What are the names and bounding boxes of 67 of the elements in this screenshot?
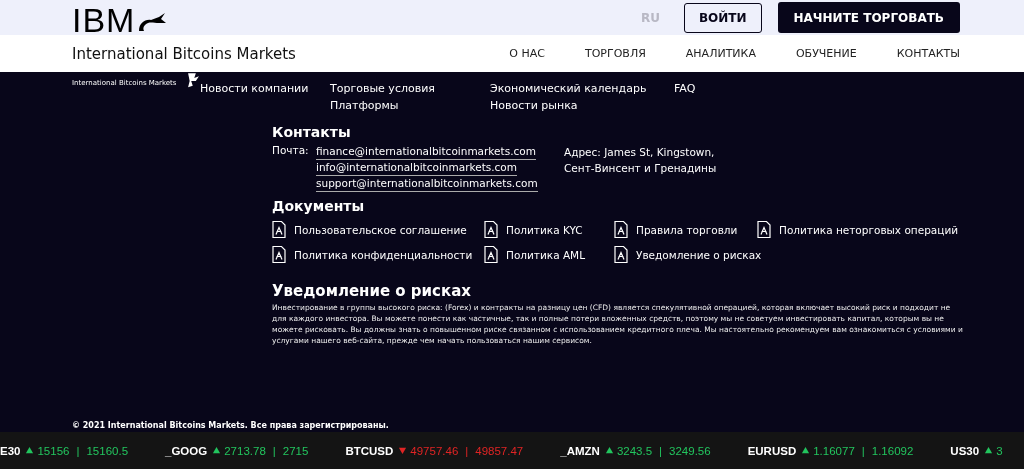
footer-link[interactable]: Новости компании — [200, 82, 330, 95]
pdf-icon[interactable] — [272, 220, 286, 239]
nav-link[interactable]: О НАС — [509, 47, 545, 60]
document-link[interactable]: Политика KYC — [506, 223, 583, 236]
pdf-icon[interactable] — [484, 220, 498, 239]
nav-link[interactable]: ОБУЧЕНИЕ — [795, 47, 857, 60]
ticker-ask: 1.16092 — [871, 444, 914, 457]
ticker-separator: | — [659, 444, 663, 457]
footer-link[interactable]: Экономический календарь — [490, 82, 674, 95]
document-link[interactable]: Политика конфиденциальности — [294, 248, 473, 261]
section-title: Уведомление о рисках — [272, 282, 472, 300]
ticker-bid: 3 — [996, 444, 1003, 457]
ticker-ask: 15160.5 — [86, 444, 129, 457]
address-text: Адрес: James St, Kingstown, — [564, 145, 716, 160]
ticker-separator: | — [465, 444, 469, 457]
document-link[interactable]: Правила торговли — [636, 223, 738, 236]
copyright-text: © 2021 International Bitcoins Markets. Все права зарегистрированы. — [71, 421, 390, 430]
up-triangle-icon — [212, 446, 222, 455]
pdf-icon[interactable] — [757, 220, 771, 239]
ticker-bid: 3243.5 — [616, 444, 653, 457]
down-triangle-icon — [398, 446, 408, 455]
ticker-bid: 15156 — [37, 444, 70, 457]
mail-label: Почта: — [272, 144, 310, 158]
up-triangle-icon — [984, 446, 994, 455]
nav-link[interactable]: ТОРГОВЛЯ — [584, 47, 646, 60]
document-link[interactable]: Политика неторговых операций — [779, 223, 959, 236]
ticker-symbol: BTCUSD — [345, 444, 394, 457]
ticker-ask: 3249.56 — [669, 444, 711, 457]
up-triangle-icon — [801, 446, 811, 455]
logo-text[interactable]: IBM — [72, 5, 136, 35]
section-title: Документы — [272, 198, 366, 214]
up-triangle-icon — [25, 446, 35, 455]
ticker-bid: 2713.78 — [224, 444, 266, 457]
email-link[interactable]: info@internationalbitcoinmarkets.com — [316, 160, 517, 176]
start-trading-button[interactable]: НАЧНИТЕ ТОРГОВАТЬ — [777, 2, 960, 33]
footer-link[interactable]: Платформы — [330, 99, 490, 112]
section-title: Контакты — [272, 124, 352, 140]
pdf-icon[interactable] — [272, 245, 286, 264]
document-link[interactable]: Уведомление о рисках — [636, 248, 762, 261]
login-button[interactable]: ВОЙТИ — [683, 2, 762, 33]
ticker-symbol: E30 — [0, 444, 21, 457]
nav-link[interactable]: АНАЛИТИКА — [685, 47, 756, 60]
footer-link[interactable]: Торговые условия — [330, 82, 490, 95]
ticker-separator: | — [76, 444, 80, 457]
pdf-icon[interactable] — [614, 220, 628, 239]
up-triangle-icon — [604, 446, 614, 455]
brand-name[interactable]: International Bitcoins Markets — [72, 44, 296, 63]
ticker-ask: 2715 — [282, 444, 309, 457]
document-link[interactable]: Политика AML — [506, 248, 585, 261]
document-link[interactable]: Пользовательское соглашение — [294, 223, 467, 236]
ticker-symbol: EURUSD — [747, 444, 797, 457]
email-link[interactable]: support@internationalbitcoinmarkets.com — [316, 176, 538, 192]
ticker-symbol: _AMZN — [560, 444, 600, 457]
ticker-separator: | — [861, 444, 865, 457]
email-link[interactable]: finance@internationalbitcoinmarkets.com — [316, 144, 536, 160]
nav-link[interactable]: КОНТАКТЫ — [896, 47, 960, 60]
ticker-bid: 1.16077 — [813, 444, 855, 457]
pdf-icon[interactable] — [614, 245, 628, 264]
ticker-symbol: _GOOG — [165, 444, 208, 457]
footer-link[interactable]: Новости рынка — [490, 99, 674, 112]
pdf-icon[interactable] — [484, 245, 498, 264]
address-text: Сент-Винсент и Гренадины — [564, 161, 717, 176]
ticker-bid: 49757.46 — [410, 444, 459, 457]
ticker-ask: 49857.47 — [475, 444, 524, 457]
ticker-separator: | — [272, 444, 276, 457]
footer-link[interactable]: FAQ — [674, 82, 696, 95]
ticker-symbol: US30 — [950, 444, 980, 457]
